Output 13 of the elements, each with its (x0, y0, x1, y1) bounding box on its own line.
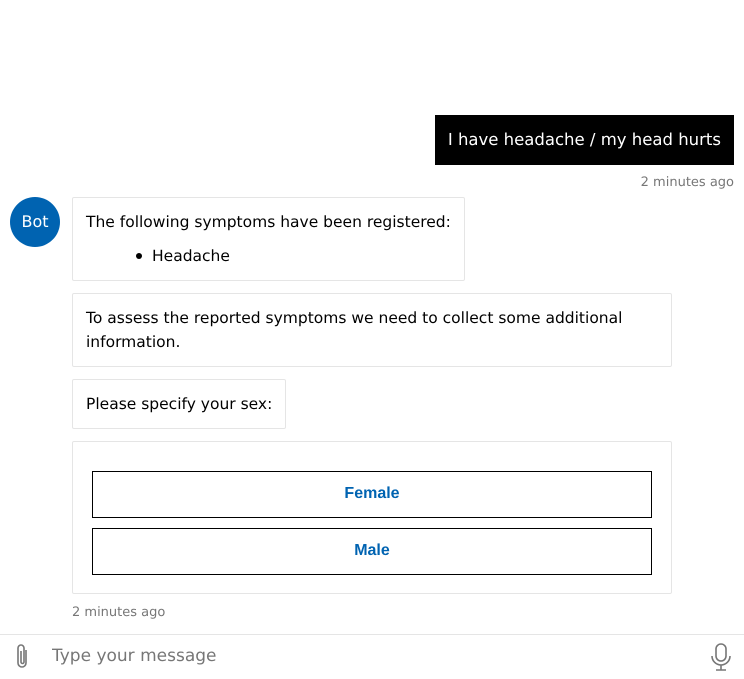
message-input[interactable]: Type your message (52, 644, 690, 670)
message-text: Please specify your sex: (86, 394, 272, 414)
microphone-icon[interactable] (710, 642, 732, 672)
message-text: The following symptoms have been registered: (86, 212, 451, 232)
choice-button[interactable]: Female (92, 470, 652, 518)
list-item-text: Headache (152, 246, 230, 266)
message-text: To assess the reported symptoms we need to collect some additional information. (86, 308, 624, 352)
user-message-bubble: I have headache / my head hurts (434, 115, 734, 165)
timestamp: 2 minutes ago (72, 604, 166, 622)
timestamp: 2 minutes ago (640, 174, 734, 192)
choice-button[interactable]: Male (92, 528, 652, 574)
bullet-icon (136, 252, 142, 258)
bot-avatar: Bot (10, 196, 60, 246)
